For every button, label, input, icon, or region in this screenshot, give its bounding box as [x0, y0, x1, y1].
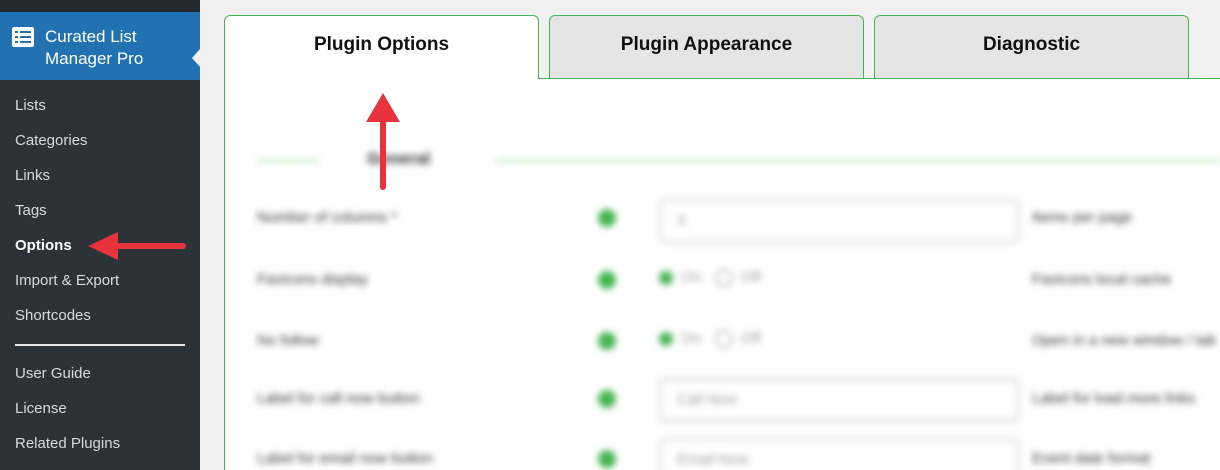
call-now-input[interactable]: Call Now — [659, 378, 1019, 422]
radio-on-label: On — [681, 269, 702, 286]
radio-off-label: Off — [741, 330, 761, 347]
option-label-right: Event date format — [1032, 450, 1151, 467]
option-label-right: Items per page — [1032, 209, 1133, 226]
radio-off-icon[interactable] — [715, 330, 734, 349]
sidebar-item-related-plugins[interactable]: Related Plugins — [0, 429, 200, 464]
options-panel: General Number of columns * 3 Items per … — [224, 79, 1220, 470]
sidebar-top-strip — [0, 0, 200, 12]
sidebar-item-lists[interactable]: Lists — [0, 91, 200, 126]
option-label: Label for call now button — [257, 390, 420, 407]
sidebar-menu-secondary: User Guide License Related Plugins — [0, 359, 200, 464]
radio-group[interactable]: On Off — [659, 269, 761, 288]
sidebar-menu: Lists Categories Links Tags Options Impo… — [0, 91, 200, 336]
tab-plugin-appearance[interactable]: Plugin Appearance — [549, 15, 864, 78]
plugin-title: Curated List Manager Pro — [45, 27, 144, 68]
sidebar-item-user-guide[interactable]: User Guide — [0, 359, 200, 394]
columns-input[interactable]: 3 — [659, 199, 1019, 243]
option-label-right: Label for load more links — [1032, 390, 1196, 407]
option-row: Favicons display On Off Favicons local ca… — [225, 261, 1220, 301]
sidebar-item-tags[interactable]: Tags — [0, 196, 200, 231]
section-title: General — [367, 149, 431, 168]
option-label: No follow — [257, 332, 319, 349]
sidebar-item-license[interactable]: License — [0, 394, 200, 429]
option-row: Label for email now button Email Now Eve… — [225, 438, 1220, 470]
option-label-right: Favicons local cache — [1032, 271, 1172, 288]
sidebar-item-categories[interactable]: Categories — [0, 126, 200, 161]
tab-plugin-options[interactable]: Plugin Options — [224, 15, 539, 81]
option-row: No follow On Off Open in a new window / t… — [225, 322, 1220, 362]
help-icon[interactable] — [598, 271, 616, 289]
blurred-content: General Number of columns * 3 Items per … — [225, 79, 1220, 470]
sidebar-item-shortcodes[interactable]: Shortcodes — [0, 301, 200, 336]
radio-on-icon[interactable] — [659, 332, 673, 347]
option-row: Label for call now button Call Now Label… — [225, 378, 1220, 422]
radio-group[interactable]: On Off — [659, 330, 761, 349]
radio-on-label: On — [681, 330, 702, 347]
help-icon[interactable] — [598, 390, 616, 408]
help-icon[interactable] — [598, 332, 616, 350]
radio-off-label: Off — [741, 269, 761, 286]
option-label: Favicons display — [257, 271, 368, 288]
sidebar-item-options[interactable]: Options — [0, 231, 200, 266]
radio-off-icon[interactable] — [715, 269, 734, 288]
option-label: Label for email now button — [257, 450, 433, 467]
section-divider-left — [257, 160, 319, 162]
option-label-right: Open in a new window / tab — [1032, 332, 1217, 349]
help-icon[interactable] — [598, 450, 616, 468]
list-icon — [12, 27, 34, 47]
email-now-input[interactable]: Email Now — [659, 438, 1019, 470]
tab-diagnostic[interactable]: Diagnostic — [874, 15, 1189, 78]
radio-on-icon[interactable] — [659, 271, 673, 286]
admin-sidebar: Curated List Manager Pro Lists Categorie… — [0, 0, 200, 470]
option-label: Number of columns * — [257, 209, 398, 226]
section-divider-right — [495, 160, 1220, 162]
sidebar-item-import-export[interactable]: Import & Export — [0, 266, 200, 301]
help-icon[interactable] — [598, 209, 616, 227]
option-row: Number of columns * 3 Items per page — [225, 199, 1220, 243]
sidebar-plugin-header[interactable]: Curated List Manager Pro — [0, 12, 200, 80]
sidebar-divider — [15, 344, 185, 346]
active-menu-notch — [192, 49, 200, 67]
sidebar-item-links[interactable]: Links — [0, 161, 200, 196]
